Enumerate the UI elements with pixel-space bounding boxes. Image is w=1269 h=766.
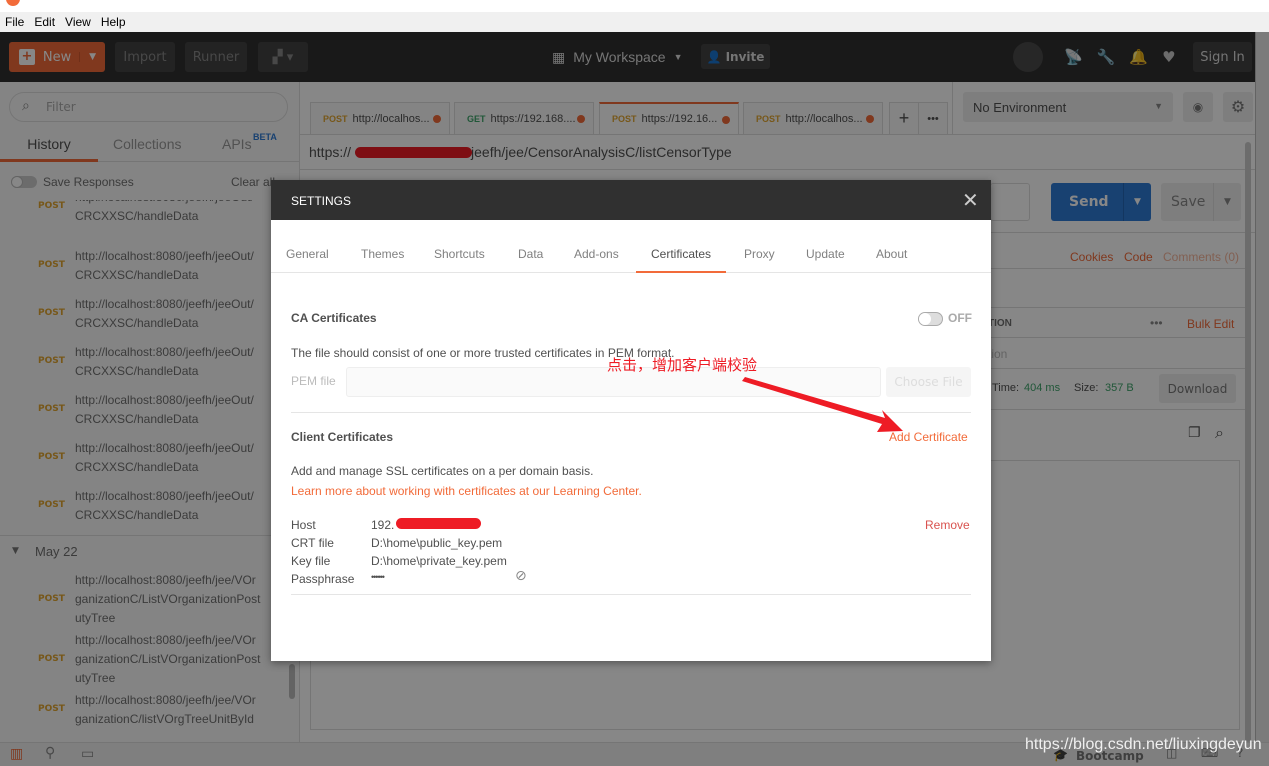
arrow-shape bbox=[742, 377, 903, 432]
annotation-arrow bbox=[742, 377, 903, 432]
